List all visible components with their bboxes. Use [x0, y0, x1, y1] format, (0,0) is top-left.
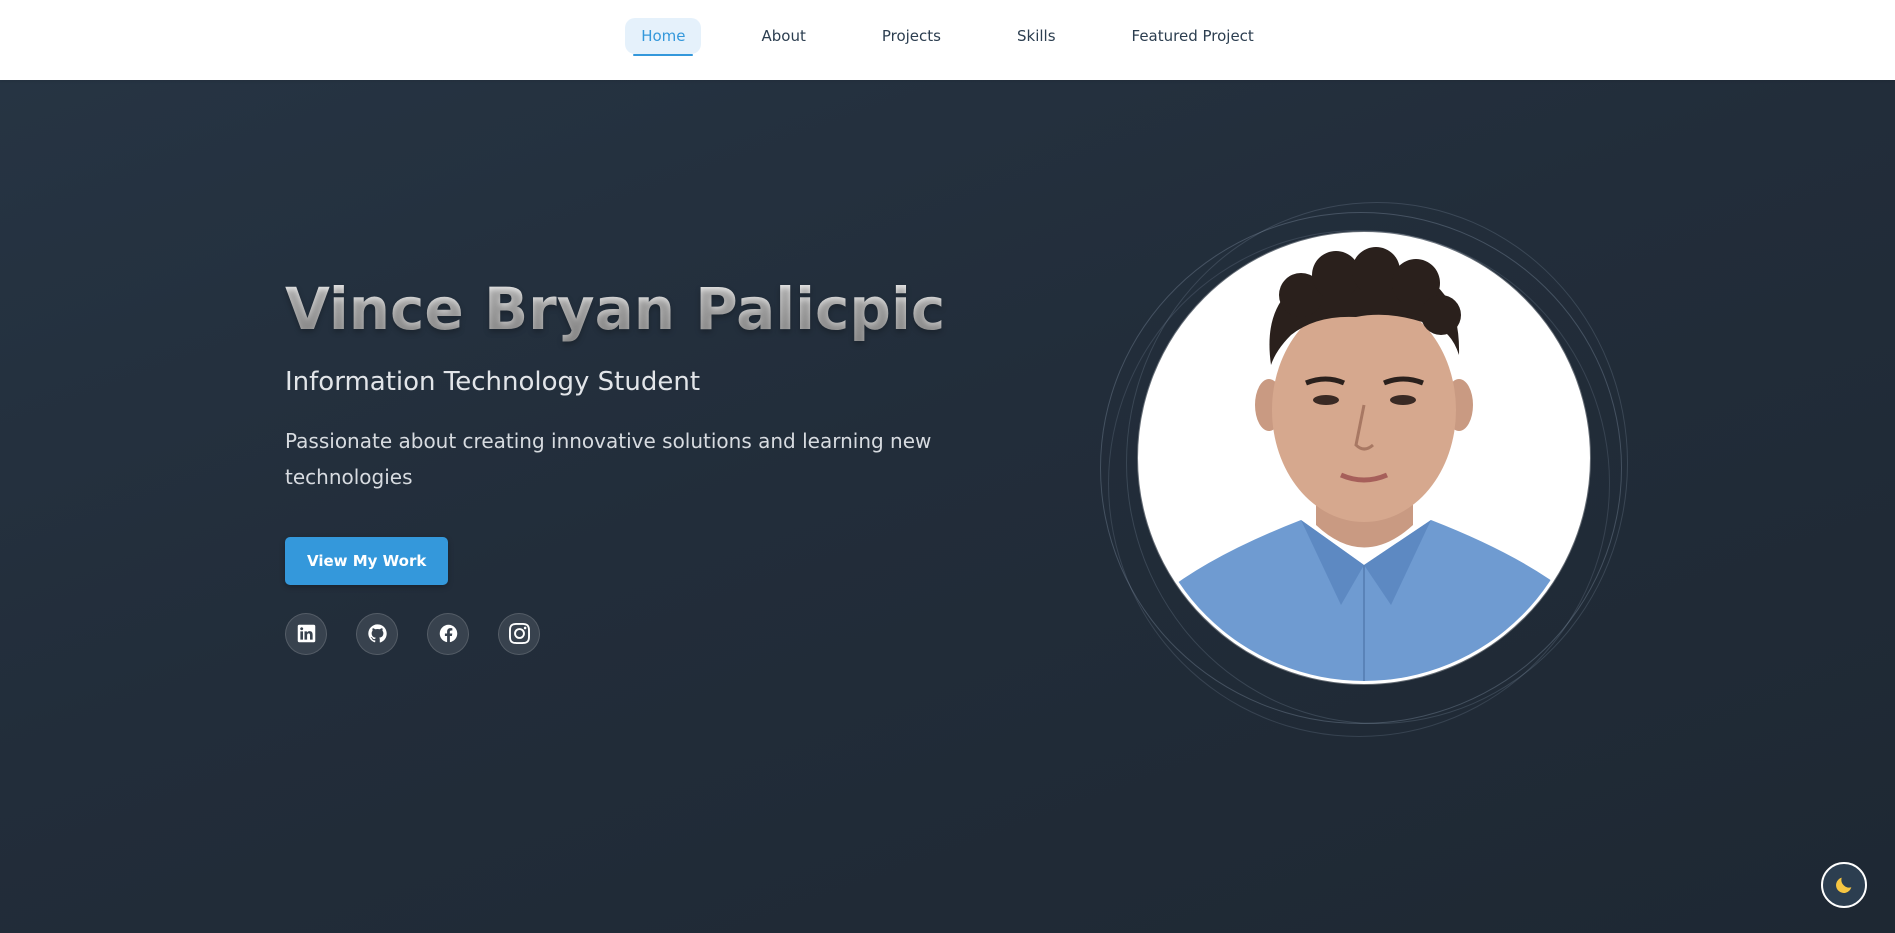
linkedin-link[interactable]: [285, 612, 327, 655]
github-icon: [367, 624, 387, 643]
linkedin-icon: [297, 624, 315, 643]
theme-toggle-button[interactable]: [1821, 862, 1867, 908]
moon-icon: [1836, 877, 1852, 893]
hero-subtitle: Information Technology Student: [285, 366, 701, 397]
nav-item-featured-project[interactable]: Featured Project: [1116, 18, 1270, 54]
social-links: [285, 612, 1005, 655]
github-link[interactable]: [356, 612, 398, 655]
profile-image-frame: [1098, 202, 1628, 740]
hero-description: Passionate about creating innovative sol…: [285, 428, 932, 489]
nav-menu: Home About Projects Skills Featured Proj…: [0, 16, 1895, 56]
navbar: Home About Projects Skills Featured Proj…: [0, 0, 1895, 80]
nav-item-projects[interactable]: Projects: [866, 18, 957, 54]
facebook-link[interactable]: [427, 612, 469, 655]
hero-name: Vince Bryan Palicpic: [285, 275, 1005, 345]
instagram-icon: [508, 623, 530, 645]
profile-photo: [1138, 232, 1590, 684]
facebook-icon: [439, 624, 457, 643]
nav-item-skills[interactable]: Skills: [1001, 18, 1072, 54]
instagram-link[interactable]: [498, 612, 540, 655]
profile-photo-illustration: [1141, 235, 1587, 681]
nav-item-about[interactable]: About: [745, 18, 821, 54]
view-my-work-button[interactable]: View My Work: [285, 536, 449, 585]
hero-section: Vince Bryan Palicpic Information Technol…: [0, 80, 1895, 933]
nav-item-home[interactable]: Home: [625, 18, 702, 56]
hero-text-block: Vince Bryan Palicpic Information Technol…: [285, 275, 1005, 655]
